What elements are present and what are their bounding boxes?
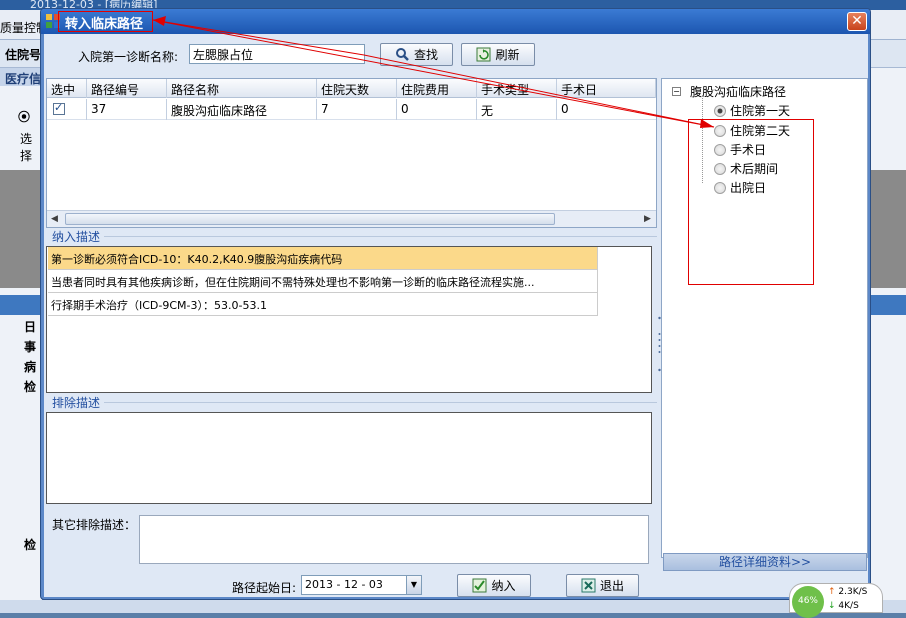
horizontal-scrollbar[interactable]: ◀ ▶ [47,210,656,227]
exclude-divider [104,402,657,403]
background-right-panel [870,68,906,613]
background-right-band [870,295,906,315]
path-grid: 选中 路径编号 路径名称 住院天数 住院费用 手术类型 手术日 37 腹股沟疝临… [46,78,657,228]
row-surgery-type: 无 [477,99,557,120]
tree-root[interactable]: 腹股沟疝临床路径 [690,83,786,100]
row-code: 37 [87,99,167,120]
accept-button[interactable]: 纳入 [457,574,531,597]
background-status-bar [0,600,906,613]
start-date-picker[interactable]: 2013 - 12 - 03 ▼ [301,575,422,595]
other-exclude-textarea[interactable] [139,515,649,564]
scroll-right-icon[interactable]: ▶ [644,214,651,224]
dialog-client: 入院第一诊断名称: 查找 刷新 选中 路径编号 路径名称 住院天数 住院费用 手… [44,34,868,597]
background-left-labels: 日 事 病 检 检 [0,86,42,613]
tree-collapse-icon[interactable]: − [672,87,681,96]
upload-speed-value: 2.3K/S [838,587,868,597]
row-checkbox-cell[interactable] [47,99,87,120]
diagnosis-input[interactable] [189,44,365,64]
tree-annotation-box [688,119,814,285]
column-header-days[interactable]: 住院天数 [317,79,397,98]
download-speed: ↓ 4K/S [828,601,859,611]
exit-icon [581,578,596,593]
tree-item-label: 住院第一天 [730,104,791,118]
dialog-footer [44,572,868,597]
background-section-label: 医疗信 [5,72,42,86]
include-section-label: 纳入描述 [52,230,101,244]
refresh-button[interactable]: 刷新 [461,43,535,66]
background-label-day: 日 [24,320,37,334]
network-speed-widget: 46% ↑ 2.3K/S ↓ 4K/S [789,583,883,618]
list-item[interactable]: 行择期手术治疗（ICD-9CM-3）：53.0-53.1 [48,293,598,316]
accept-button-label: 纳入 [491,579,516,593]
clinical-path-dialog: 转入临床路径 ✕ 入院第一诊断名称: 查找 刷新 选中 路径编号 路径名称 住院… [40,8,871,600]
column-header-surgery-day[interactable]: 手术日 [557,79,656,98]
radio-selected-icon[interactable] [714,104,726,117]
exclude-list [46,412,652,504]
column-header-selected[interactable]: 选中 [47,79,87,98]
background-label-exam-2: 检 [24,538,37,552]
search-icon [395,48,409,61]
row-name: 腹股沟疝临床路径 [167,99,317,120]
background-label-exam: 检 [24,380,37,394]
background-right-grey [870,170,906,288]
row-checkbox[interactable] [53,101,65,115]
exit-button[interactable]: 退出 [566,574,639,597]
row-surgery-day: 0 [561,102,569,116]
list-item[interactable]: 当患者同时具有其他疾病诊断，但在住院期间不需特殊处理也不影响第一诊断的临床路径流… [48,270,598,293]
exclude-section-label: 排除描述 [52,396,101,410]
row-days: 7 [317,99,397,120]
start-date-label: 路径起始日: [232,581,297,595]
start-date-value: 2013 - 12 - 03 [305,578,383,591]
exit-button-label: 退出 [599,579,624,593]
column-header-surgery-type[interactable]: 手术类型 [477,79,557,98]
include-list: 第一诊断必须符合ICD-10：K40.2,K40.9腹股沟疝疾病代码 当患者同时… [46,246,652,393]
table-row[interactable]: 37 腹股沟疝临床路径 7 0 无 0 [47,99,656,120]
find-button-label: 查找 [413,48,438,62]
column-header-code[interactable]: 路径编号 [87,79,167,98]
title-annotation-box [58,11,153,32]
column-header-cost[interactable]: 住院费用 [397,79,477,98]
scrollbar-thumb[interactable] [65,213,555,225]
list-item[interactable]: 第一诊断必须符合ICD-10：K40.2,K40.9腹股沟疝疾病代码 [48,247,598,270]
refresh-button-label: 刷新 [495,48,520,62]
upload-speed: ↑ 2.3K/S [828,587,867,597]
background-label-event: 事 [24,340,37,354]
scroll-left-icon[interactable]: ◀ [51,214,58,224]
check-icon [472,578,487,593]
path-tree: − 腹股沟疝临床路径 住院第一天 住院第二天 手术日 术后期间 出院日 [661,78,868,558]
tree-item-day-1[interactable]: 住院第一天 [714,102,790,119]
diagnosis-label: 入院第一诊断名称: [78,50,179,64]
include-divider [104,236,657,237]
download-speed-value: 4K/S [838,601,859,611]
path-detail-button[interactable]: 路径详细资料>> [663,553,867,571]
find-button[interactable]: 查找 [380,43,453,66]
arrow-down-icon: ↓ [828,601,836,611]
column-header-name[interactable]: 路径名称 [167,79,317,98]
other-exclude-label: 其它排除描述： [52,518,137,532]
chevron-down-icon[interactable]: ▼ [406,576,421,594]
background-label-illness: 病 [24,360,37,374]
network-usage-percent: 46% [792,586,824,618]
close-button[interactable]: ✕ [847,12,867,31]
dialog-titlebar[interactable]: 转入临床路径 ✕ [41,9,870,34]
grid-header: 选中 路径编号 路径名称 住院天数 住院费用 手术类型 手术日 [47,79,656,98]
background-admission-label: 住院号 [5,48,42,62]
row-cost: 0 [397,99,477,120]
arrow-up-icon: ↑ [828,587,836,597]
refresh-icon [476,47,491,62]
